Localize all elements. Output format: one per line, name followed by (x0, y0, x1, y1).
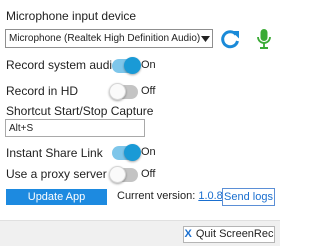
shortcut-input[interactable] (5, 119, 145, 137)
record-hd-toggle[interactable] (109, 83, 138, 100)
proxy-state: Off (141, 168, 156, 180)
update-app-button[interactable]: Update App (6, 189, 107, 205)
toggle-knob (109, 166, 126, 183)
proxy-toggle[interactable] (109, 166, 138, 183)
instant-share-toggle[interactable] (112, 144, 141, 161)
mic-device-select[interactable]: Microphone (Realtek High Definition Audi… (5, 29, 213, 48)
mic-section-label: Microphone input device (6, 9, 137, 23)
send-logs-button[interactable]: Send logs (222, 188, 275, 206)
instant-share-state: On (141, 146, 156, 158)
microphone-icon[interactable] (256, 28, 272, 50)
current-version: Current version: 1.0.83 (117, 190, 229, 202)
quit-button[interactable]: X Quit ScreenRec (183, 226, 275, 243)
toggle-knob (124, 57, 141, 74)
record-system-audio-label: Record system audio (6, 58, 119, 72)
quit-label: Quit ScreenRec (195, 228, 274, 240)
record-system-audio-toggle[interactable] (112, 57, 141, 74)
version-prefix: Current version: (117, 190, 196, 202)
record-system-audio-state: On (141, 59, 156, 71)
instant-share-label: Instant Share Link (6, 146, 103, 160)
chevron-down-icon[interactable] (199, 30, 212, 47)
proxy-label: Use a proxy server (6, 167, 107, 181)
close-icon: X (184, 228, 192, 240)
shortcut-label: Shortcut Start/Stop Capture (6, 104, 154, 118)
refresh-icon[interactable] (219, 28, 241, 50)
toggle-knob (109, 83, 126, 100)
toggle-knob (124, 144, 141, 161)
record-hd-label: Record in HD (6, 84, 79, 98)
mic-device-value: Microphone (Realtek High Definition Audi… (9, 33, 201, 44)
record-hd-state: Off (141, 85, 156, 97)
